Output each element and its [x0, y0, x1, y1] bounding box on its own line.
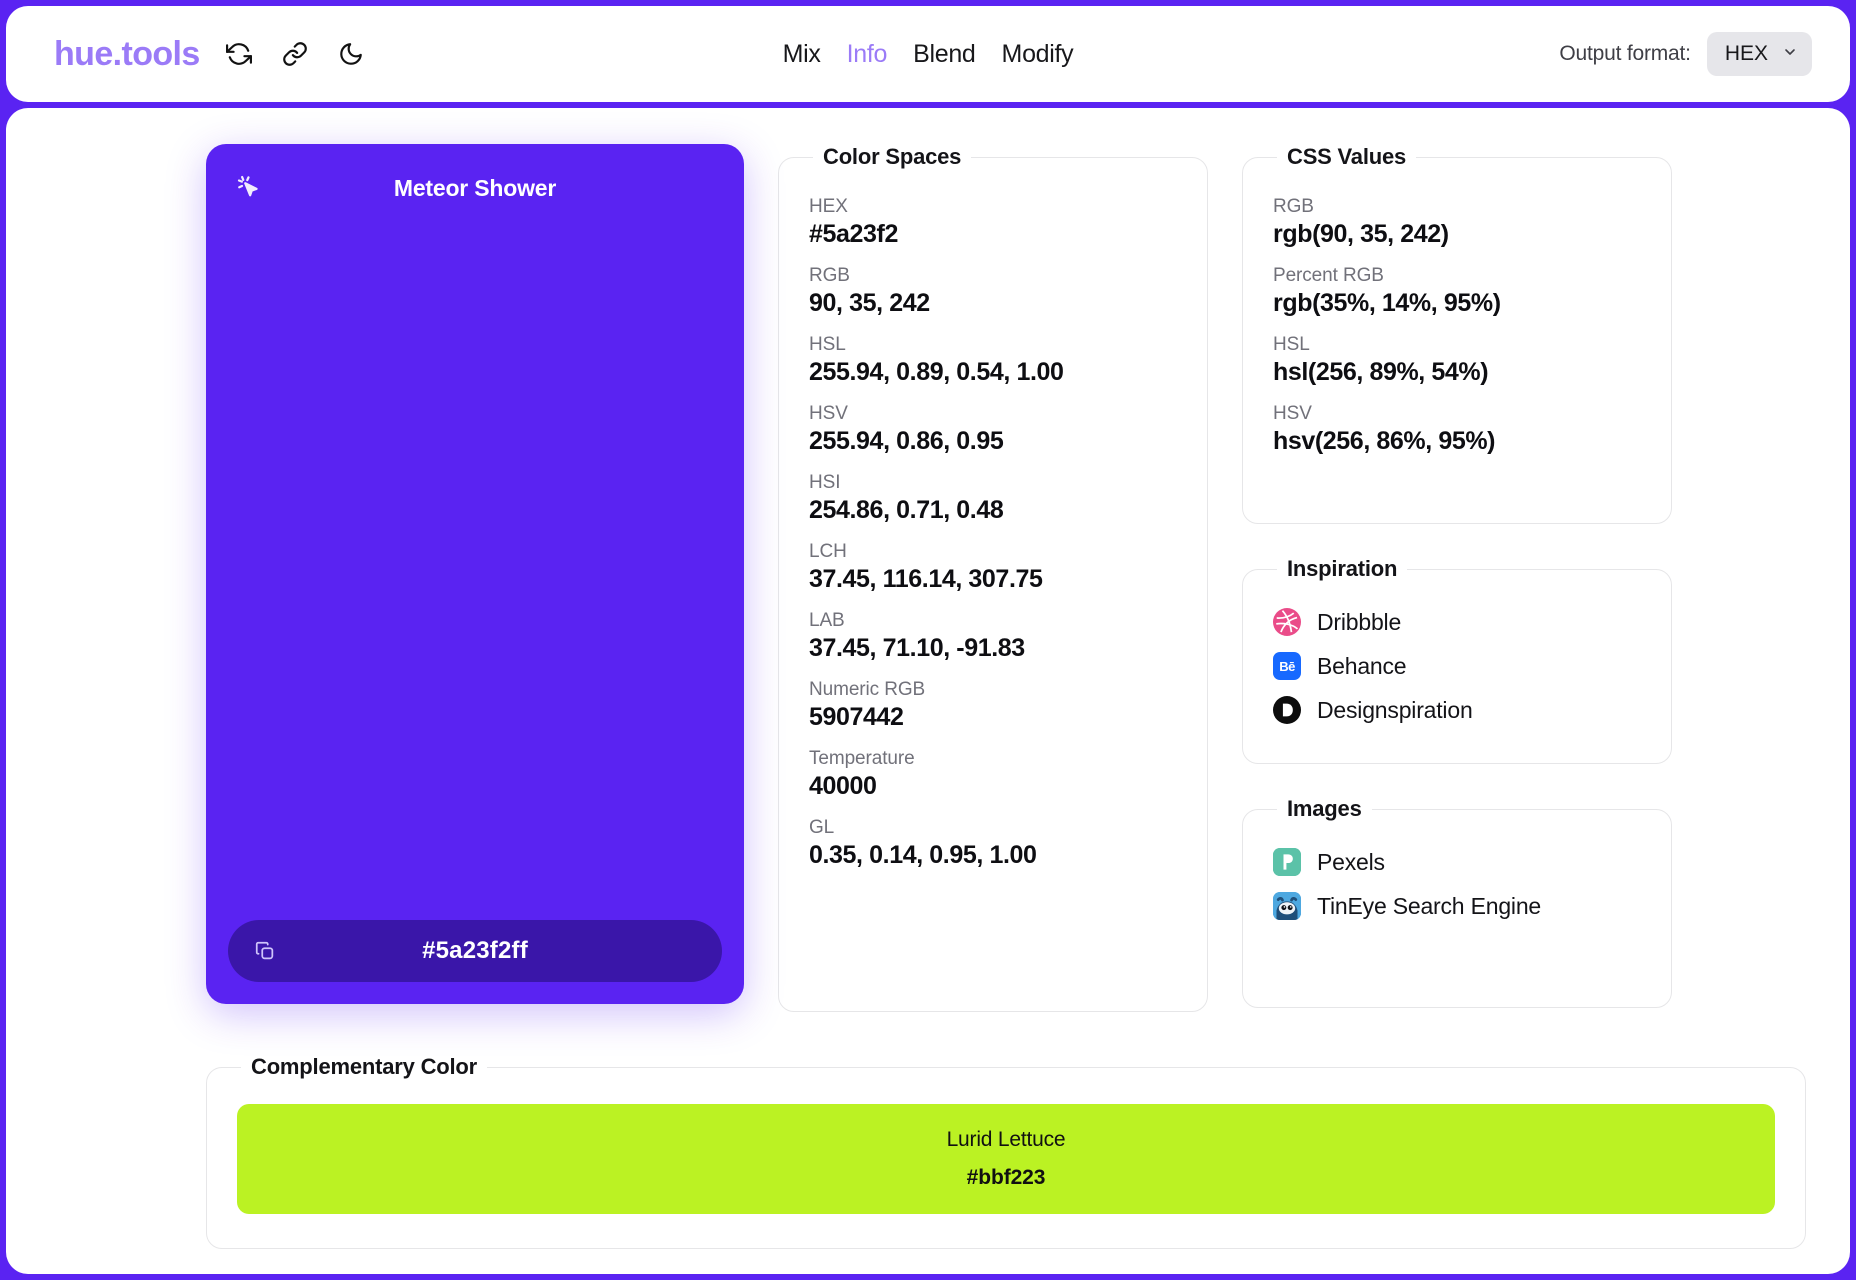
inspiration-link-designspiration[interactable]: Designspiration	[1273, 696, 1641, 724]
row-key: LCH	[809, 541, 1177, 563]
link-label: Designspiration	[1317, 697, 1473, 724]
row-value[interactable]: 37.45, 116.14, 307.75	[809, 565, 1177, 594]
nav-item-info[interactable]: Info	[847, 40, 888, 69]
complementary-section: Complementary Color Lurid Lettuce #bbf22…	[6, 1054, 1850, 1249]
color-space-row-hsi: HSI 254.86, 0.71, 0.48	[809, 472, 1177, 525]
behance-icon: Bē	[1273, 652, 1301, 680]
css-row-rgb: RGB rgb(90, 35, 242)	[1273, 196, 1641, 249]
nav-item-blend[interactable]: Blend	[913, 40, 975, 69]
row-key: HEX	[809, 196, 1177, 218]
row-value[interactable]: rgb(90, 35, 242)	[1273, 220, 1641, 249]
row-value[interactable]: 255.94, 0.86, 0.95	[809, 427, 1177, 456]
click-cursor-icon[interactable]	[234, 172, 264, 207]
css-values-title: CSS Values	[1277, 144, 1416, 170]
pexels-icon	[1273, 848, 1301, 876]
inspiration-link-behance[interactable]: Bē Behance	[1273, 652, 1641, 680]
output-format-select[interactable]: HEX	[1707, 32, 1812, 76]
moon-icon[interactable]	[334, 37, 368, 71]
main-content: Meteor Shower #5a23f2ff Color Spaces HEX…	[6, 144, 1850, 1012]
copy-hex-value: #5a23f2ff	[228, 937, 722, 965]
row-value[interactable]: 40000	[809, 772, 1177, 801]
copy-icon	[254, 940, 276, 962]
color-space-row-hsl: HSL 255.94, 0.89, 0.54, 1.00	[809, 334, 1177, 387]
row-value[interactable]: rgb(35%, 14%, 95%)	[1273, 289, 1641, 318]
images-title: Images	[1277, 796, 1372, 822]
link-icon[interactable]	[278, 37, 312, 71]
output-format-value: HEX	[1725, 42, 1768, 66]
link-label: Dribbble	[1317, 609, 1401, 636]
complementary-swatch[interactable]: Lurid Lettuce #bbf223	[237, 1104, 1775, 1214]
link-label: TinEye Search Engine	[1317, 893, 1541, 920]
tineye-icon	[1273, 892, 1301, 920]
color-space-row-numeric-rgb: Numeric RGB 5907442	[809, 679, 1177, 732]
complementary-color-name: Lurid Lettuce	[947, 1128, 1066, 1152]
row-key: Numeric RGB	[809, 679, 1177, 701]
complementary-panel: Complementary Color Lurid Lettuce #bbf22…	[206, 1054, 1806, 1249]
color-space-row-lch: LCH 37.45, 116.14, 307.75	[809, 541, 1177, 594]
page-body: Meteor Shower #5a23f2ff Color Spaces HEX…	[6, 108, 1850, 1274]
copy-hex-button[interactable]: #5a23f2ff	[228, 920, 722, 982]
nav-item-mix[interactable]: Mix	[783, 40, 821, 69]
color-preview-card[interactable]: Meteor Shower #5a23f2ff	[206, 144, 744, 1004]
color-space-row-rgb: RGB 90, 35, 242	[809, 265, 1177, 318]
brand-zone: hue.tools	[54, 37, 368, 71]
app-logo[interactable]: hue.tools	[54, 37, 200, 71]
row-value[interactable]: hsl(256, 89%, 54%)	[1273, 358, 1641, 387]
css-row-hsv: HSV hsv(256, 86%, 95%)	[1273, 403, 1641, 456]
inspiration-title: Inspiration	[1277, 556, 1407, 582]
row-key: GL	[809, 817, 1177, 839]
designspiration-icon	[1273, 696, 1301, 724]
row-key: Temperature	[809, 748, 1177, 770]
images-panel: Images Pexels	[1242, 796, 1672, 1008]
row-key: RGB	[1273, 196, 1641, 218]
color-spaces-title: Color Spaces	[813, 144, 971, 170]
row-key: HSV	[809, 403, 1177, 425]
color-spaces-panel: Color Spaces HEX #5a23f2 RGB 90, 35, 242…	[778, 144, 1208, 1012]
css-values-panel: CSS Values RGB rgb(90, 35, 242) Percent …	[1242, 144, 1672, 524]
link-label: Behance	[1317, 653, 1406, 680]
css-row-percent-rgb: Percent RGB rgb(35%, 14%, 95%)	[1273, 265, 1641, 318]
row-value[interactable]: hsv(256, 86%, 95%)	[1273, 427, 1641, 456]
inspiration-link-dribbble[interactable]: Dribbble	[1273, 608, 1641, 636]
row-key: HSV	[1273, 403, 1641, 425]
color-card-top: Meteor Shower	[228, 170, 722, 220]
output-format-zone: Output format: HEX	[1559, 32, 1812, 76]
dribbble-icon	[1273, 608, 1301, 636]
row-value[interactable]: 5907442	[809, 703, 1177, 732]
color-space-row-hsv: HSV 255.94, 0.86, 0.95	[809, 403, 1177, 456]
row-value[interactable]: 0.35, 0.14, 0.95, 1.00	[809, 841, 1177, 870]
complementary-title: Complementary Color	[241, 1054, 487, 1080]
row-value[interactable]: 254.86, 0.71, 0.48	[809, 496, 1177, 525]
refresh-icon[interactable]	[222, 37, 256, 71]
right-column: CSS Values RGB rgb(90, 35, 242) Percent …	[1242, 144, 1672, 1008]
row-key: RGB	[809, 265, 1177, 287]
row-key: LAB	[809, 610, 1177, 632]
row-key: Percent RGB	[1273, 265, 1641, 287]
css-row-hsl: HSL hsl(256, 89%, 54%)	[1273, 334, 1641, 387]
row-key: HSL	[809, 334, 1177, 356]
row-key: HSL	[1273, 334, 1641, 356]
color-space-row-hex: HEX #5a23f2	[809, 196, 1177, 249]
row-value[interactable]: 37.45, 71.10, -91.83	[809, 634, 1177, 663]
complementary-color-hex: #bbf223	[967, 1166, 1046, 1190]
chevron-down-icon	[1782, 44, 1798, 65]
images-link-tineye[interactable]: TinEye Search Engine	[1273, 892, 1641, 920]
row-key: HSI	[809, 472, 1177, 494]
main-nav: Mix Info Blend Modify	[783, 40, 1074, 69]
row-value[interactable]: #5a23f2	[809, 220, 1177, 249]
color-space-row-gl: GL 0.35, 0.14, 0.95, 1.00	[809, 817, 1177, 870]
color-name: Meteor Shower	[228, 170, 722, 203]
output-format-label: Output format:	[1559, 42, 1690, 66]
row-value[interactable]: 255.94, 0.89, 0.54, 1.00	[809, 358, 1177, 387]
color-space-row-temperature: Temperature 40000	[809, 748, 1177, 801]
inspiration-panel: Inspiration Dribbbl	[1242, 556, 1672, 764]
color-space-row-lab: LAB 37.45, 71.10, -91.83	[809, 610, 1177, 663]
app-header: hue.tools Mix Info Blend Modify	[6, 6, 1850, 102]
link-label: Pexels	[1317, 849, 1385, 876]
images-link-pexels[interactable]: Pexels	[1273, 848, 1641, 876]
row-value[interactable]: 90, 35, 242	[809, 289, 1177, 318]
nav-item-modify[interactable]: Modify	[1002, 40, 1074, 69]
